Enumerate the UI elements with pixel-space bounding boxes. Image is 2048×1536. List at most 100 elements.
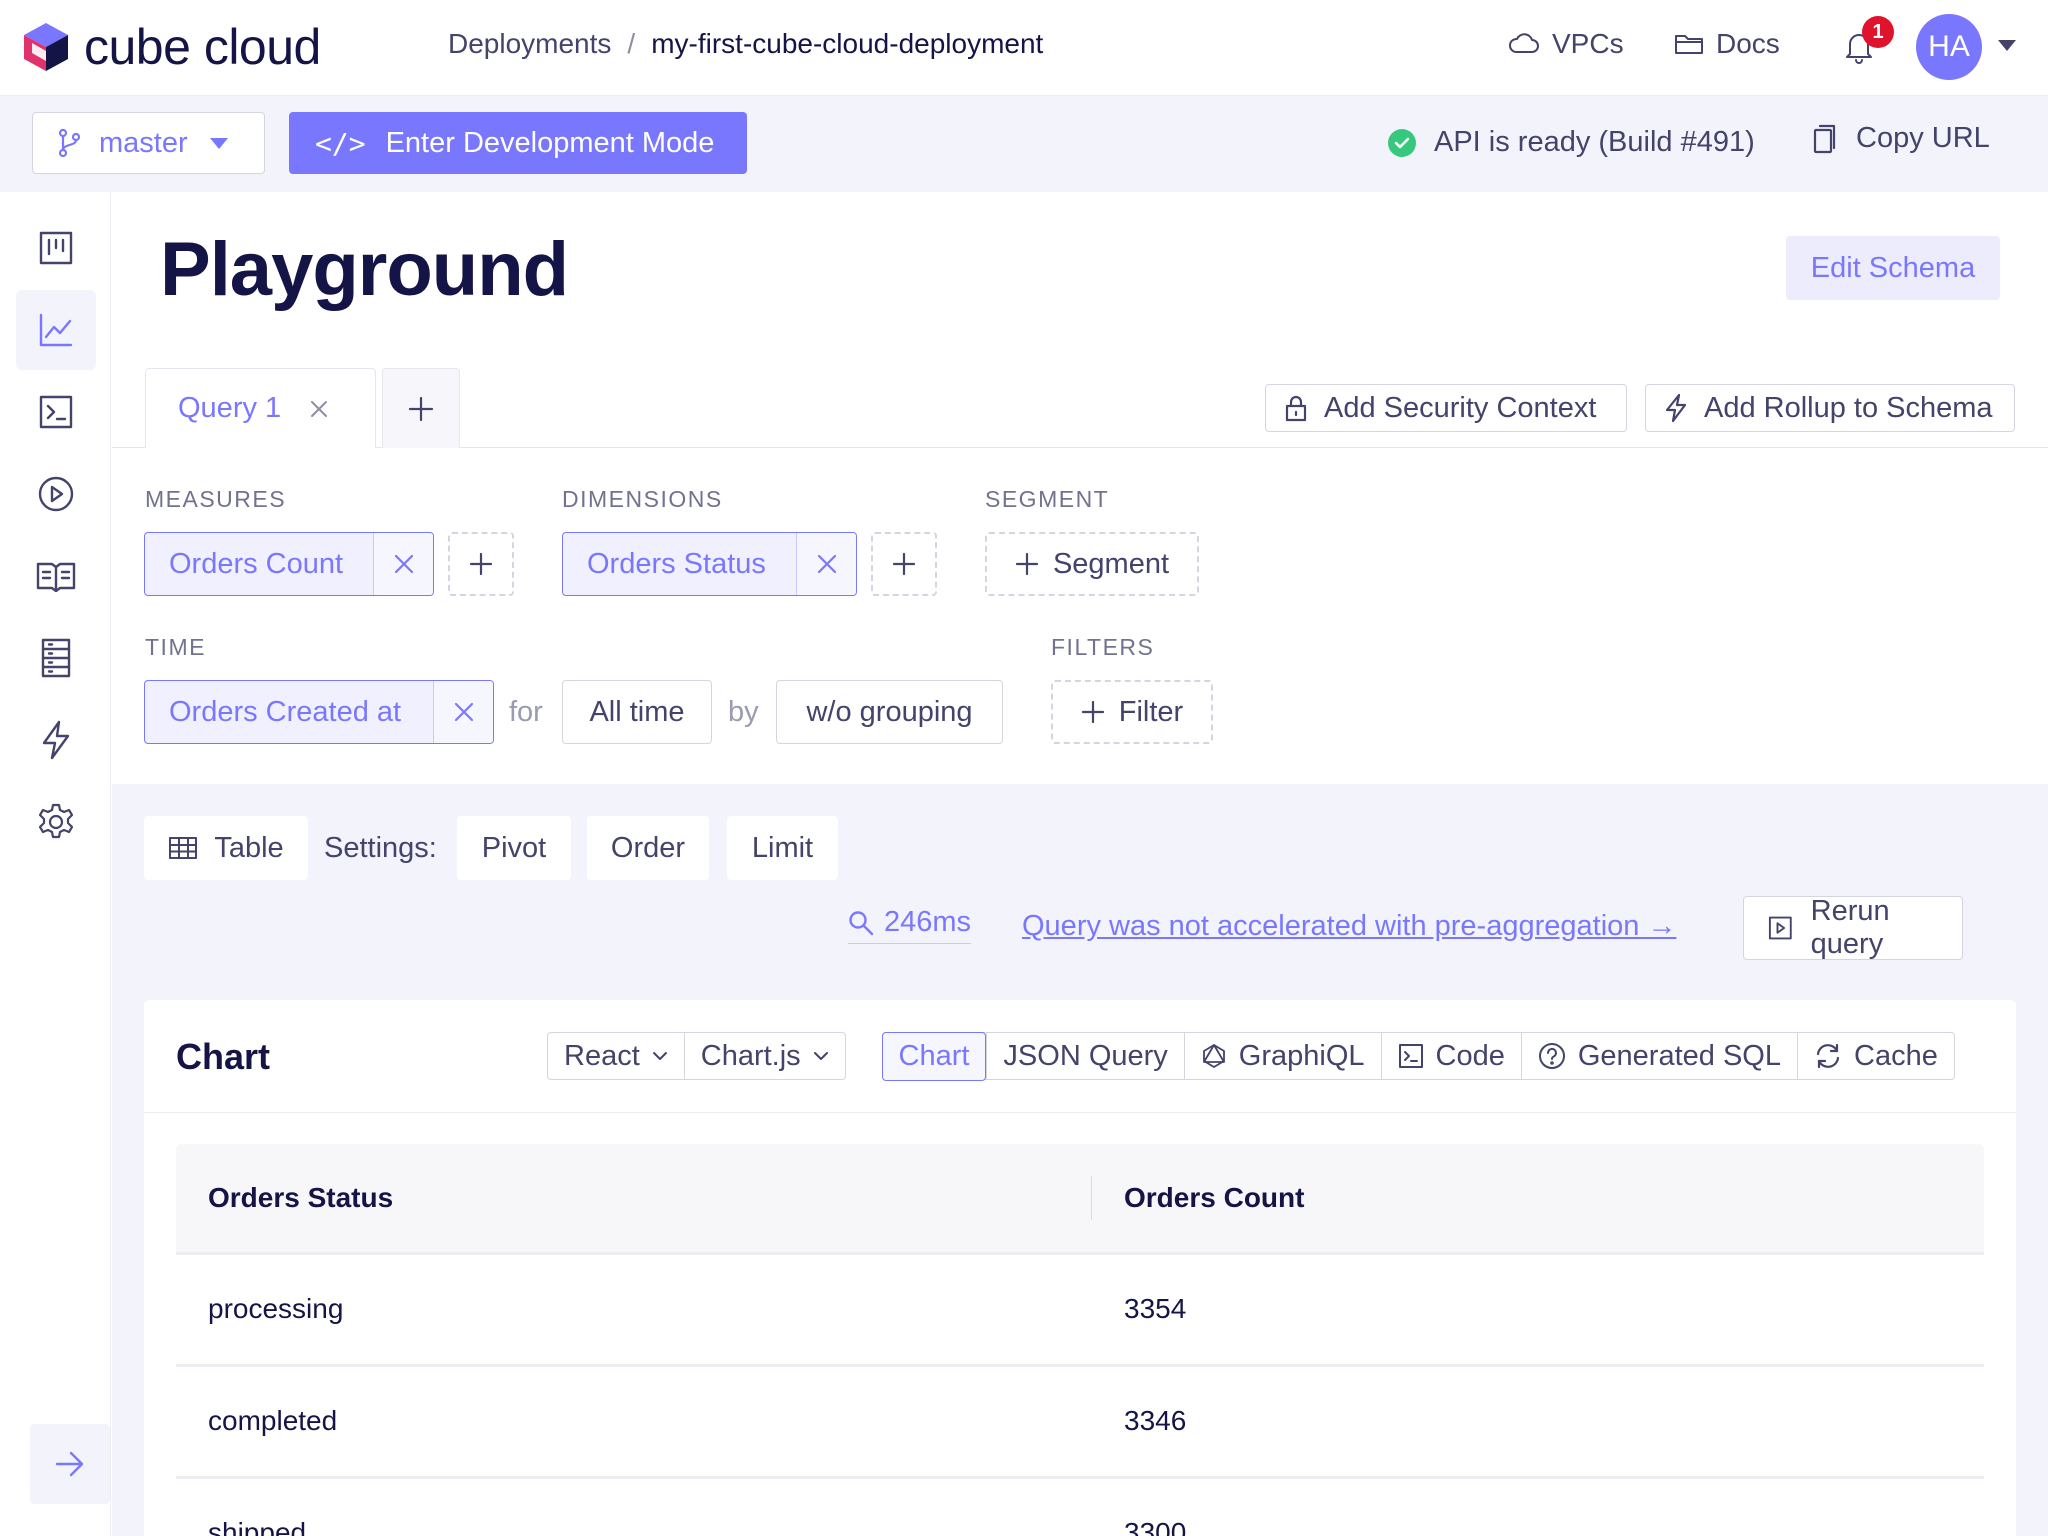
deployment-toolbar: master </> Enter Development Mode API is… [0,96,2048,192]
add-measure-button[interactable] [448,532,514,596]
nav-vpcs-label: VPCs [1552,28,1624,59]
logo-text: cube cloud [84,19,321,75]
edit-schema-button[interactable]: Edit Schema [1786,236,2000,300]
search-icon [849,910,874,935]
book-icon [36,562,76,592]
add-dimension-button[interactable] [871,532,937,596]
tab-code[interactable]: Code [1380,1033,1521,1079]
tab-json-query[interactable]: JSON Query [986,1033,1183,1079]
time-label: TIME [145,634,206,660]
dashboard-icon [39,231,73,265]
terminal-icon [39,395,73,429]
chevron-down-icon [652,1052,667,1060]
chart-library-label: Chart.js [700,1039,801,1072]
remove-dimension-button[interactable] [796,533,856,595]
tab-chart-label: Chart [898,1039,970,1072]
query-timing[interactable]: 246ms [848,906,972,944]
breadcrumb-deployments[interactable]: Deployments [448,28,611,60]
tab-cache[interactable]: Cache [1797,1033,1954,1079]
add-segment-label: Segment [1052,547,1170,580]
framework-select[interactable]: React [548,1033,684,1079]
tab-query-1[interactable]: Query 1 [145,368,376,448]
logo[interactable]: cube cloud [22,18,321,76]
add-filter-button[interactable]: Filter [1051,680,1213,744]
segment-label: SEGMENT [985,486,1110,512]
measures-label: MEASURES [145,486,287,512]
framework-label: React [564,1039,640,1072]
limit-button[interactable]: Limit [727,816,838,880]
add-security-context-label: Add Security Context [1324,391,1597,424]
sidebar-item-dashboard[interactable] [16,208,96,288]
tab-query-1-label: Query 1 [178,392,282,424]
table-view-button[interactable]: Table [144,816,308,880]
enter-dev-mode-button[interactable]: </> Enter Development Mode [289,112,747,174]
add-segment-button[interactable]: Segment [985,532,1199,596]
column-header-orders-count[interactable]: Orders Count [1124,1182,1304,1214]
date-range-select[interactable]: All time [562,680,712,744]
sidebar-item-data-model[interactable] [16,618,96,698]
tab-cache-label: Cache [1854,1039,1938,1072]
gear-icon [38,803,74,839]
refresh-icon [1816,1043,1840,1069]
account-menu-caret-icon[interactable] [1998,40,2016,51]
remove-measure-button[interactable] [373,533,433,595]
api-status-text: API is ready (Build #491) [1434,126,1755,158]
time-dimension-pill[interactable]: Orders Created at [144,680,494,744]
copy-url-label: Copy URL [1856,122,1990,154]
sidebar-item-sql-runner[interactable] [16,372,96,452]
tab-chart[interactable]: Chart [881,1031,987,1081]
sidebar-item-queries[interactable] [16,454,96,534]
measure-pill[interactable]: Orders Count [144,532,434,596]
query-timing-value: 246ms [884,906,972,938]
column-header-orders-status[interactable]: Orders Status [208,1182,393,1214]
not-accelerated-link[interactable]: Query was not accelerated with pre-aggre… [1022,910,1676,943]
table-header: Orders Status Orders Count [176,1144,1984,1252]
close-icon[interactable] [309,399,329,419]
lightning-icon [1665,393,1687,423]
table-row: shipped 3300 [176,1476,1984,1536]
remove-time-dimension-button[interactable] [433,681,493,743]
lightning-icon [42,720,70,760]
pivot-button[interactable]: Pivot [457,816,571,880]
dimension-pill-label: Orders Status [587,547,766,580]
view-tabs: Chart JSON Query GraphiQL Code Generated… [881,1031,1955,1081]
results-table: Orders Status Orders Count processing 33… [176,1144,1984,1536]
by-text: by [728,696,759,728]
chart-library-select[interactable]: Chart.js [683,1033,845,1079]
nav-docs[interactable]: Docs [1674,28,1780,60]
close-icon [394,554,413,574]
sidebar-item-docs[interactable] [16,536,96,616]
sidebar-item-rollups[interactable] [16,700,96,780]
granularity-select[interactable]: w/o grouping [776,680,1003,744]
filters-label: FILTERS [1051,634,1155,660]
copy-url-button[interactable]: Copy URL [1812,122,1990,155]
sidebar-item-settings[interactable] [16,782,96,862]
top-header: cube cloud Deployments / my-first-cube-c… [0,0,2048,96]
breadcrumb-current: my-first-cube-cloud-deployment [651,28,1044,59]
sidebar-expand-button[interactable] [30,1424,110,1504]
table-icon [169,837,198,859]
tab-generated-sql[interactable]: Generated SQL [1520,1033,1797,1079]
chart-line-icon [39,313,73,347]
sidebar-item-playground[interactable] [16,290,96,370]
add-query-tab-button[interactable] [382,368,460,448]
copy-icon [1813,124,1836,153]
branch-select[interactable]: master [32,112,265,174]
add-rollup-button[interactable]: Add Rollup to Schema [1645,384,2015,432]
tab-json-query-label: JSON Query [1003,1039,1168,1072]
column-separator [1091,1176,1092,1220]
nav-vpcs[interactable]: VPCs [1508,28,1624,60]
plus-icon [469,552,493,576]
avatar[interactable]: HA [1916,14,1982,80]
add-security-context-button[interactable]: Add Security Context [1265,384,1627,432]
graphql-icon [1202,1044,1225,1068]
dimension-pill[interactable]: Orders Status [562,532,857,596]
play-icon [38,476,74,512]
rerun-query-button[interactable]: Rerun query [1743,895,1963,960]
order-button[interactable]: Order [587,816,709,880]
plus-icon [408,396,434,421]
chart-card-title: Chart [176,1036,271,1077]
cell-count: 3354 [1124,1293,1187,1324]
database-icon [41,638,71,678]
tab-graphiql[interactable]: GraphiQL [1183,1033,1381,1079]
